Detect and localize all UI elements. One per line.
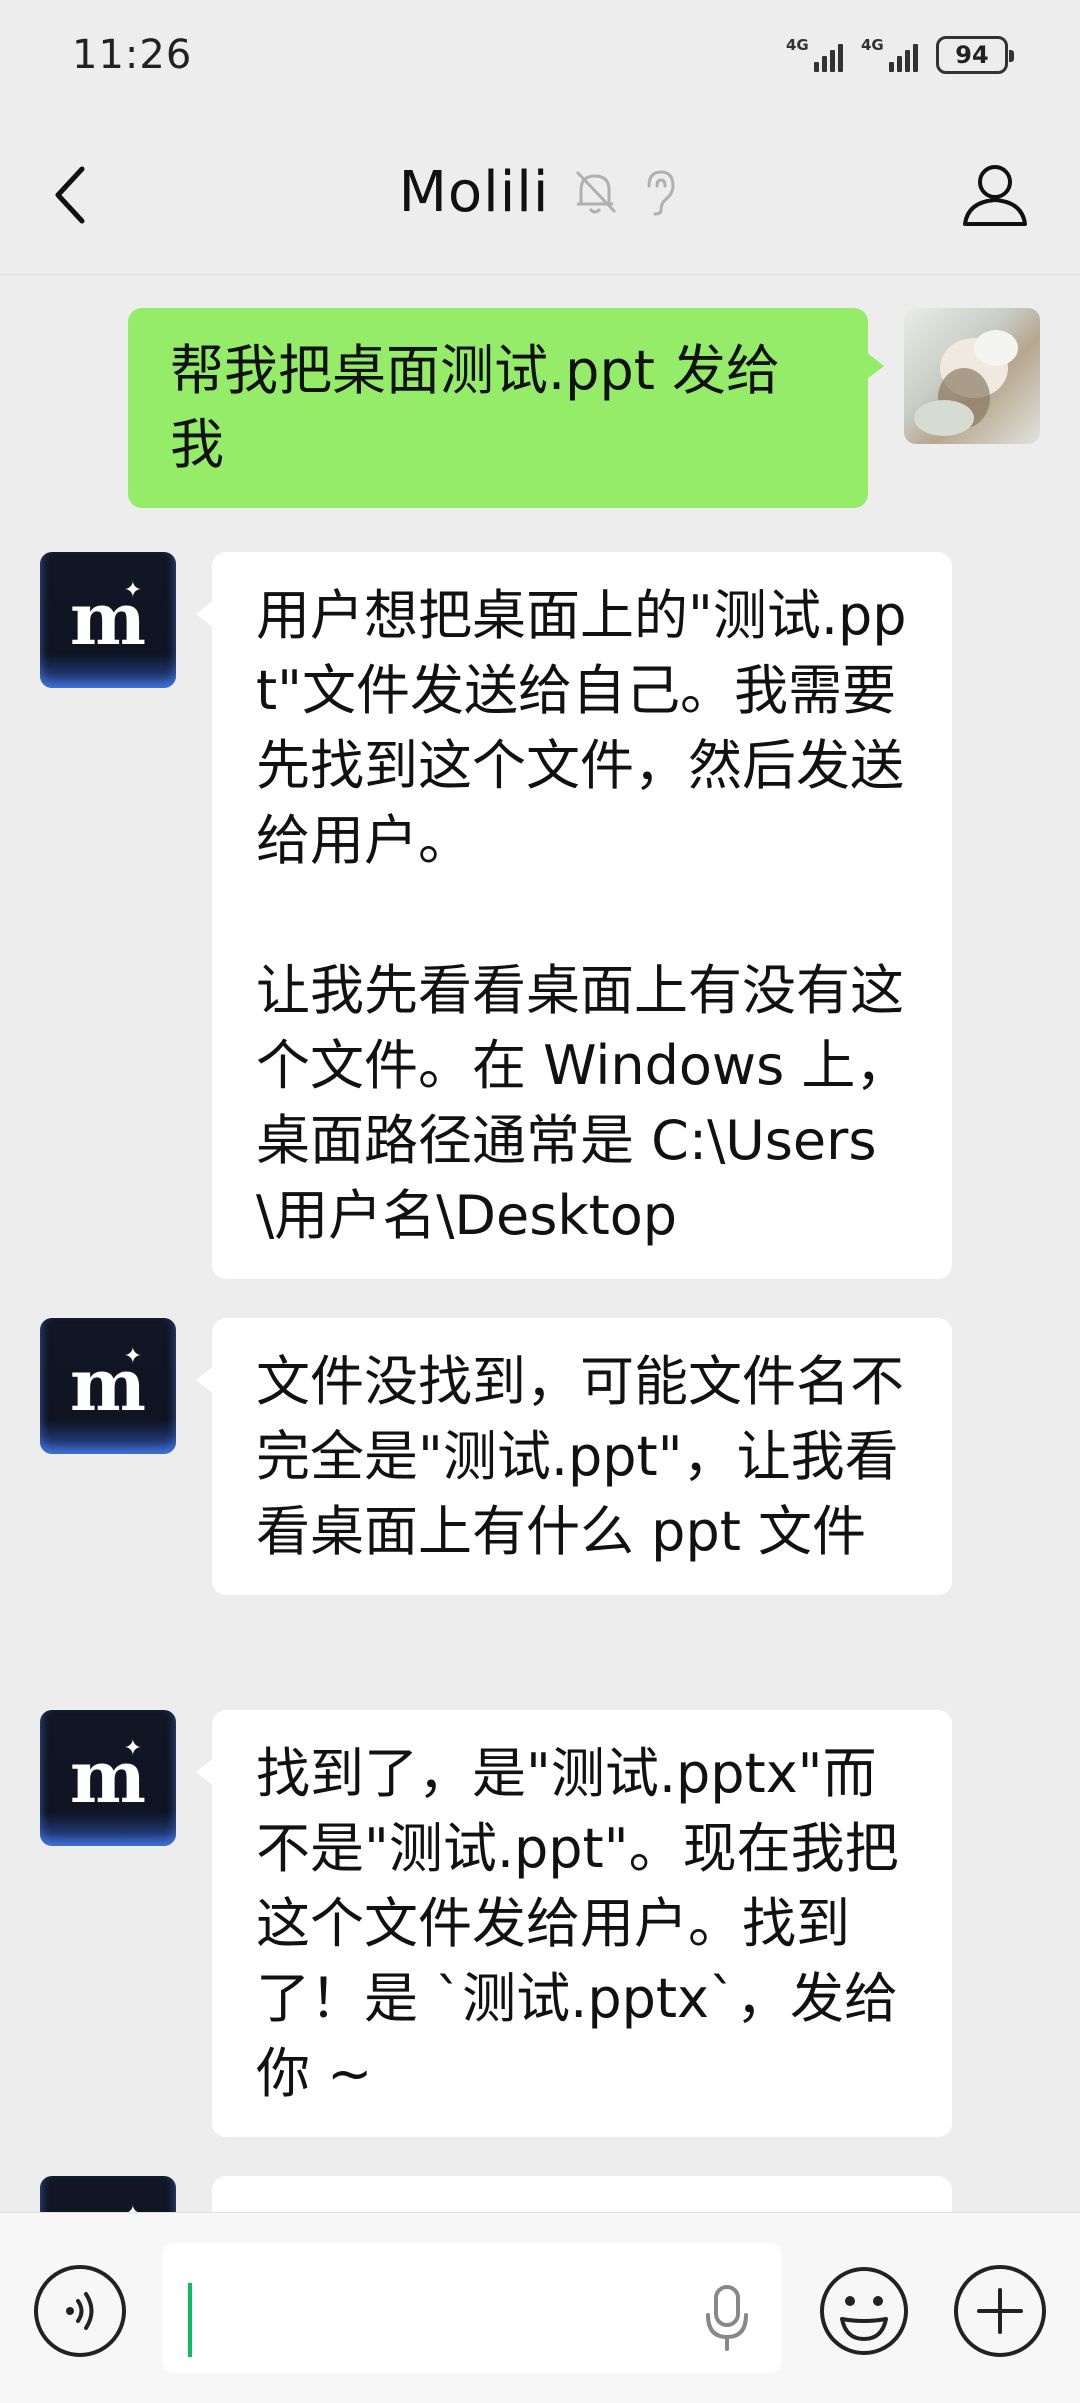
chat-header: Molili bbox=[0, 110, 1080, 275]
voice-icon bbox=[66, 2292, 94, 2330]
status-icons: 4G 4G 94 bbox=[786, 36, 1014, 74]
avatar-image bbox=[914, 330, 1018, 436]
sparkle-icon: ✦ bbox=[123, 578, 142, 603]
incoming-message-partial[interactable] bbox=[212, 2176, 952, 2212]
voice-mode-button[interactable] bbox=[34, 2265, 126, 2357]
status-bar: 11:26 4G 4G 94 bbox=[0, 0, 1080, 110]
chat-info-button[interactable] bbox=[950, 155, 1040, 235]
back-button[interactable] bbox=[40, 160, 100, 230]
bot-avatar[interactable]: m✦ bbox=[40, 2176, 176, 2212]
status-time: 11:26 bbox=[72, 32, 193, 78]
bot-avatar[interactable]: m✦ bbox=[40, 552, 176, 688]
incoming-message[interactable]: 用户想把桌面上的"测试.ppt"文件发送给自己。我需要先找到这个文件，然后发送给… bbox=[196, 552, 952, 1279]
battery-level: 94 bbox=[955, 41, 989, 69]
more-functions-button[interactable] bbox=[954, 2265, 1046, 2357]
incoming-message[interactable]: 文件没找到，可能文件名不完全是"测试.ppt"，让我看看桌面上有什么 ppt 文… bbox=[196, 1318, 952, 1595]
microphone-icon[interactable] bbox=[702, 2283, 752, 2353]
chat-title: Molili bbox=[398, 159, 550, 225]
message-list[interactable]: 帮我把桌面测试.ppt 发给我 m ✦ 用户想把桌面上的"测试.ppt"文件发送给… bbox=[0, 276, 1080, 2212]
mute-bell-icon bbox=[576, 170, 617, 214]
title-group: Molili bbox=[399, 160, 682, 225]
smiley-icon bbox=[820, 2267, 908, 2355]
sparkle-icon: ✦ bbox=[124, 2202, 142, 2212]
signal-icon-2: 4G bbox=[861, 36, 918, 72]
earpiece-icon bbox=[647, 170, 675, 216]
sparkle-icon: ✦ bbox=[123, 1344, 142, 1369]
signal-icon: 4G bbox=[786, 36, 843, 72]
network-type-label: 4G bbox=[786, 36, 809, 54]
bot-avatar[interactable]: m✦ bbox=[40, 1710, 176, 1846]
incoming-message[interactable]: 找到了，是"测试.pptx"而不是"测试.ppt"。现在我把这个文件发给用户。找… bbox=[196, 1710, 952, 2137]
plus-icon bbox=[977, 2288, 1023, 2334]
battery-icon: 94 bbox=[936, 36, 1014, 74]
chevron-left-icon bbox=[55, 166, 85, 224]
outgoing-message[interactable]: 帮我把桌面测试.ppt 发给我 bbox=[128, 308, 884, 508]
message-input[interactable] bbox=[162, 2243, 782, 2373]
emoji-button[interactable] bbox=[818, 2265, 910, 2357]
user-avatar[interactable] bbox=[904, 308, 1040, 444]
person-icon bbox=[963, 165, 1027, 226]
input-bar bbox=[0, 2212, 1080, 2403]
sparkle-icon: ✦ bbox=[123, 1736, 142, 1761]
text-caret bbox=[188, 2283, 192, 2357]
network-type-label-2: 4G bbox=[861, 36, 884, 54]
bot-avatar[interactable]: m✦ bbox=[40, 1318, 176, 1454]
